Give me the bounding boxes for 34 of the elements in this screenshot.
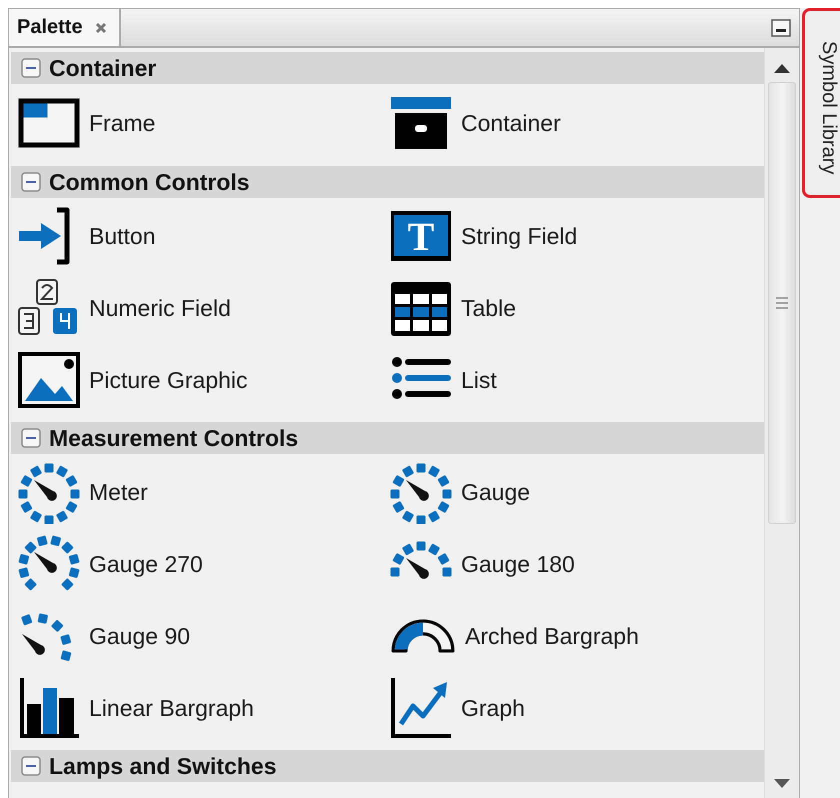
section-header[interactable]: Lamps and Switches	[11, 750, 764, 782]
palette-item[interactable]: T String Field	[383, 200, 764, 272]
palette-tab[interactable]: Palette	[9, 9, 121, 46]
side-tab[interactable]: Symbol Library	[802, 8, 840, 198]
palette-item[interactable]: Arched Bargraph	[383, 600, 764, 672]
palette-item[interactable]: Meter	[11, 456, 383, 528]
collapse-icon[interactable]	[21, 172, 41, 192]
palette-item[interactable]: Table	[383, 272, 764, 344]
line-chart-icon	[389, 676, 453, 740]
collapse-icon[interactable]	[21, 58, 41, 78]
section-header[interactable]: Container	[11, 52, 764, 84]
palette-item[interactable]: Gauge 270	[11, 528, 383, 600]
palette-item[interactable]: Linear Bargraph	[11, 672, 383, 744]
palette-item[interactable]: Gauge 180	[383, 528, 764, 600]
palette-item[interactable]: Frame	[11, 86, 383, 160]
palette-item[interactable]: Numeric Field	[11, 272, 383, 344]
palette-item[interactable]: Button	[11, 200, 383, 272]
palette-item[interactable]: Gauge 90	[11, 600, 383, 672]
collapse-icon[interactable]	[21, 428, 41, 448]
section-header[interactable]: Measurement Controls	[11, 422, 764, 454]
palette-item[interactable]: List	[383, 344, 764, 416]
scroll-up-icon[interactable]	[773, 62, 791, 74]
palette-item[interactable]: Graph	[383, 672, 764, 744]
close-icon[interactable]	[94, 22, 107, 34]
collapse-icon[interactable]	[21, 756, 41, 776]
palette-item[interactable]: Gauge	[383, 456, 764, 528]
grip-icon	[775, 296, 789, 310]
scroll-down-icon[interactable]	[773, 778, 791, 790]
scrollbar-thumb[interactable]	[768, 82, 796, 524]
palette-item[interactable]: Picture Graphic	[11, 344, 383, 416]
minimize-icon[interactable]	[771, 18, 791, 36]
palette-item[interactable]: Container	[383, 86, 764, 160]
section-header[interactable]: Common Controls	[11, 166, 764, 198]
bar-chart-icon	[17, 676, 81, 740]
